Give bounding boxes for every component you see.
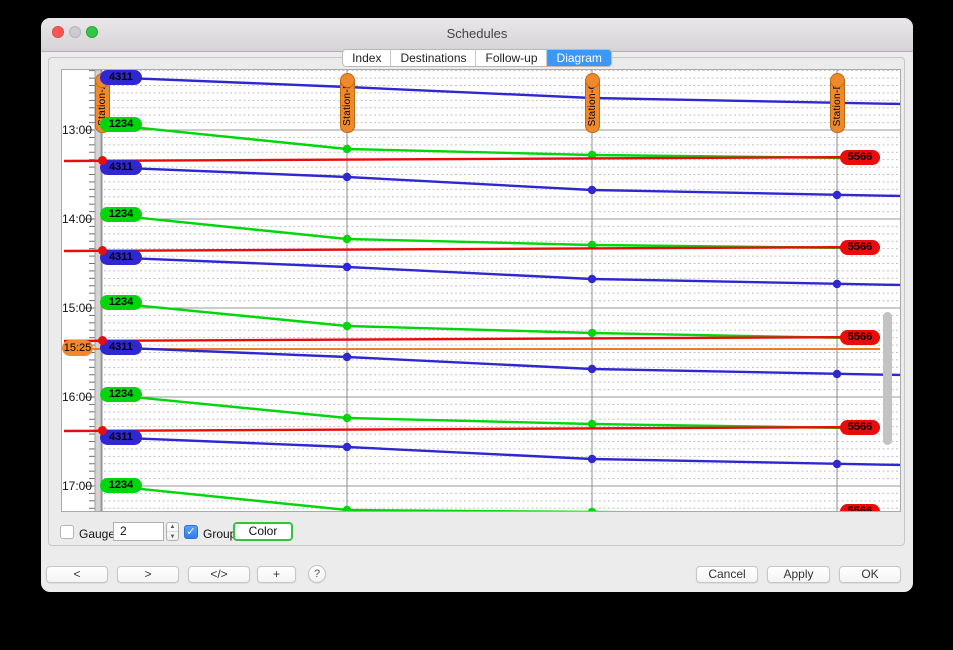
help-icon[interactable]: ? [308, 565, 326, 583]
apply-button[interactable]: Apply [767, 566, 830, 583]
stop-dot [98, 336, 107, 345]
tab-diagram[interactable]: Diagram [548, 50, 611, 66]
prev-button[interactable]: < [46, 566, 108, 583]
time-label: 16:00 [62, 389, 90, 405]
ok-button[interactable]: OK [839, 566, 901, 583]
gauge-value-field[interactable]: 2 [113, 522, 164, 541]
station-knob-icon [340, 73, 355, 88]
time-label: 15:00 [62, 300, 90, 316]
tab-destinations[interactable]: Destinations [391, 50, 476, 66]
train-label-4311[interactable]: 4311 [100, 70, 142, 85]
group-label: Group [203, 527, 236, 541]
train-label-5566[interactable]: 5566 [840, 330, 880, 345]
schedules-window: Schedules 13:0014:0015:0016:0017:00Stati… [41, 18, 913, 592]
diagram-svg [62, 70, 901, 512]
train-label-5566[interactable]: 5566 [840, 504, 880, 513]
stepper-up-icon[interactable]: ▲ [167, 523, 178, 532]
gauge-checkbox[interactable] [60, 525, 74, 539]
time-label: 14:00 [62, 211, 90, 227]
train-label-5566[interactable]: 5566 [840, 420, 880, 435]
train-label-1234[interactable]: 1234 [100, 207, 142, 222]
tab-index[interactable]: Index [343, 50, 391, 66]
train-label-5566[interactable]: 5566 [840, 150, 880, 165]
train-label-5566[interactable]: 5566 [840, 240, 880, 255]
train-label-1234[interactable]: 1234 [100, 387, 142, 402]
train-label-1234[interactable]: 1234 [100, 117, 142, 132]
selected-time-badge: 15:25 [62, 340, 93, 356]
gauge-label: Gauge [79, 527, 115, 541]
diagram-canvas[interactable]: 13:0014:0015:0016:0017:00Station-AStatio… [61, 69, 901, 512]
train-label-1234[interactable]: 1234 [100, 478, 142, 493]
group-checkbox[interactable]: ✓ [184, 525, 198, 539]
stop-dot [98, 246, 107, 255]
color-button[interactable]: Color [233, 522, 293, 541]
next-button[interactable]: > [117, 566, 179, 583]
vertical-scrollbar-thumb[interactable] [883, 312, 892, 445]
titlebar[interactable]: Schedules [41, 18, 913, 52]
train-label-1234[interactable]: 1234 [100, 295, 142, 310]
stop-dot [98, 426, 107, 435]
code-button[interactable]: </> [188, 566, 250, 583]
cancel-button[interactable]: Cancel [696, 566, 758, 583]
station-knob-icon [585, 73, 600, 88]
gauge-stepper[interactable]: ▲ ▼ [166, 522, 179, 541]
desktop: Schedules 13:0014:0015:0016:0017:00Stati… [0, 0, 953, 650]
window-title: Schedules [41, 26, 913, 41]
stop-dot [98, 156, 107, 165]
time-label: 17:00 [62, 478, 90, 494]
tab-content-box: 13:0014:0015:0016:0017:00Station-AStatio… [48, 57, 905, 546]
tab-bar: Index Destinations Follow-up Diagram [342, 49, 612, 67]
add-button[interactable]: + [257, 566, 296, 583]
time-label: 13:00 [62, 122, 90, 138]
station-knob-icon [830, 73, 845, 88]
tab-follow-up[interactable]: Follow-up [477, 50, 548, 66]
stepper-down-icon[interactable]: ▼ [167, 532, 178, 541]
